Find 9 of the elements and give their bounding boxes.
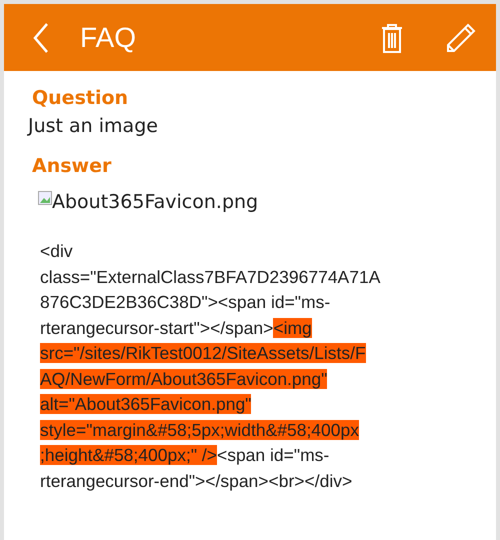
broken-image-icon xyxy=(38,191,52,205)
image-alt-text: About365Favicon.png xyxy=(52,191,258,213)
field-label: Answer xyxy=(32,155,112,177)
back-icon[interactable] xyxy=(33,22,49,52)
field-label: Question xyxy=(32,87,130,109)
trash-icon[interactable] xyxy=(381,22,403,52)
screen-title: FAQ xyxy=(80,22,136,54)
pencil-icon[interactable] xyxy=(446,22,476,52)
field-value: Just an image xyxy=(28,115,159,137)
